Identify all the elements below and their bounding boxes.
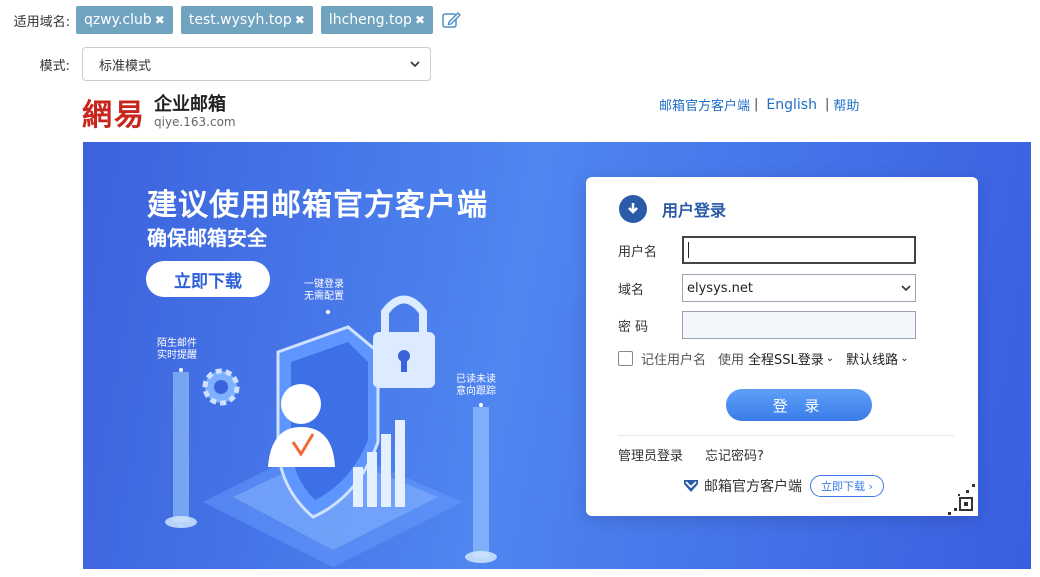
ssl-option[interactable]: 全程SSL登录 — [748, 349, 824, 368]
help-link[interactable]: 帮助 — [833, 95, 859, 114]
top-links: 邮箱官方客户端 | English | 帮助 — [659, 95, 859, 115]
password-input[interactable] — [682, 311, 916, 339]
domain-select[interactable]: elysys.net — [682, 274, 916, 302]
use-label: 使用 — [718, 353, 745, 368]
mode-row: 模式: 标准模式 — [0, 47, 431, 81]
mode-select[interactable]: 标准模式 — [82, 47, 431, 81]
remove-icon[interactable]: ✖ — [415, 6, 425, 34]
admin-login-link[interactable]: 管理员登录 — [618, 445, 683, 464]
client-text: 邮箱官方客户端 — [704, 479, 802, 495]
admin-links: 管理员登录 忘记密码? — [618, 445, 764, 464]
chevron-down-icon: ⌄ — [825, 353, 835, 364]
login-card-header: 用户登录 — [619, 195, 726, 223]
password-label: 密 码 — [618, 319, 649, 335]
logo-text: 企业邮箱 qiye.163.com — [154, 94, 236, 129]
domains-label: 适用域名: — [13, 14, 70, 30]
edit-icon[interactable] — [441, 9, 463, 31]
client-link[interactable]: 邮箱官方客户端 — [659, 95, 750, 114]
logo-mark: 網易 — [82, 98, 146, 133]
remember-checkbox[interactable] — [618, 351, 633, 366]
domain-row: 域名 elysys.net — [618, 274, 916, 302]
mode-label: 模式: — [39, 58, 70, 74]
login-card: 用户登录 用户名 域名 elysys.net 密 码 记住用户名 使用 全程SS… — [586, 177, 978, 516]
login-title: 用户登录 — [662, 201, 727, 220]
password-row: 密 码 — [618, 311, 916, 339]
domain-tag-label: lhcheng.top — [328, 12, 412, 28]
logo-en: qiye.163.com — [154, 115, 236, 129]
client-download-button[interactable]: 立即下载 › — [810, 475, 884, 497]
username-input[interactable] — [682, 236, 916, 264]
line-option[interactable]: 默认线路 — [846, 349, 898, 368]
chevron-down-icon — [410, 60, 420, 67]
client-promo: 邮箱官方客户端 立即下载 › — [682, 475, 884, 497]
domain-tag[interactable]: test.wysyh.top ✖ — [180, 6, 313, 34]
domains-row: 适用域名: qzwy.club ✖ test.wysyh.top ✖ lhcheng… — [0, 6, 463, 34]
domain-tag-label: qzwy.club — [84, 12, 152, 28]
forgot-password-link[interactable]: 忘记密码? — [705, 445, 764, 464]
link-separator: | — [824, 97, 830, 112]
logo-cn: 企业邮箱 — [154, 94, 226, 115]
banner-title: 建议使用邮箱官方客户端 — [147, 188, 488, 223]
remove-icon[interactable]: ✖ — [295, 6, 305, 34]
qr-code-icon[interactable] — [930, 468, 978, 516]
domain-label: 域名 — [618, 282, 645, 298]
chevron-down-icon: ⌄ — [900, 353, 909, 364]
domain-tag[interactable]: qzwy.club ✖ — [76, 6, 173, 34]
login-button[interactable]: 登 录 — [726, 389, 872, 421]
login-options: 记住用户名 使用 全程SSL登录 ⌄ 默认线路 ⌄ — [618, 349, 909, 368]
login-banner: 建议使用邮箱官方客户端 确保邮箱安全 立即下载 一键登录 无需配置 陌生邮件 实… — [83, 142, 1031, 569]
username-row: 用户名 — [618, 236, 916, 264]
username-label: 用户名 — [618, 244, 658, 260]
domain-select-value: elysys.net — [687, 280, 754, 296]
security-illustration — [165, 295, 497, 567]
banner-subtitle: 确保邮箱安全 — [147, 226, 267, 250]
english-link[interactable]: English — [766, 97, 817, 113]
mode-select-value: 标准模式 — [99, 58, 152, 74]
chevron-down-icon — [901, 284, 911, 291]
remember-label: 记住用户名 — [641, 353, 707, 368]
link-separator: | — [754, 97, 759, 112]
domain-tag-label: test.wysyh.top — [188, 12, 292, 28]
domain-tag[interactable]: lhcheng.top ✖ — [320, 6, 433, 34]
text-caret — [688, 242, 689, 258]
netease-logo: 網易 企业邮箱 qiye.163.com — [82, 90, 236, 134]
download-arrow-icon — [619, 195, 647, 223]
card-divider — [618, 435, 954, 436]
mail-client-icon — [684, 480, 698, 492]
remove-icon[interactable]: ✖ — [155, 6, 165, 34]
